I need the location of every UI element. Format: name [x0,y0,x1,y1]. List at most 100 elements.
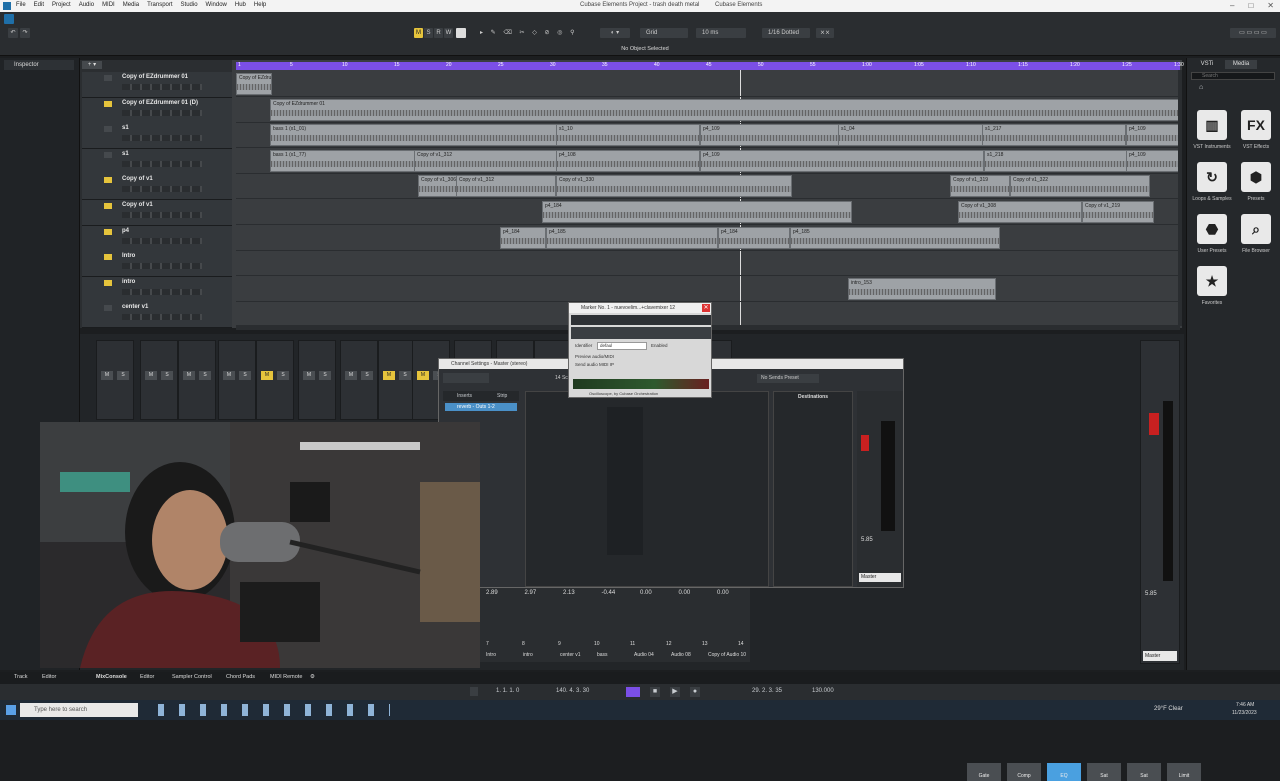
add-track-icon[interactable]: + ▾ [82,61,102,69]
channel-solo-button[interactable]: S [277,371,289,380]
audio-event[interactable]: s1_10 [556,124,700,147]
track-controls[interactable] [122,314,202,321]
tab-midi-remote[interactable]: MIDI Remote [270,674,302,680]
tab-track[interactable]: Track [14,674,28,680]
audio-event[interactable]: bass 1 (x1_01) [270,124,560,147]
audio-event[interactable]: s1_217 [982,124,1126,147]
star-icon[interactable]: ★ [1197,266,1227,296]
track-row[interactable]: s1 [82,123,232,150]
track-mute-button[interactable] [104,203,112,209]
strip-module-1[interactable]: Gate [967,763,1001,781]
channel-mute-button[interactable]: M [183,371,195,380]
close-icon[interactable]: ✕ [1267,1,1274,10]
channel-db-value[interactable]: 0.00 [717,590,729,596]
channel-name[interactable]: center v1 [560,652,581,658]
snap-toggle[interactable]: ◐ ▾ [600,28,630,38]
track-controls[interactable] [122,186,202,193]
tab-inserts[interactable]: Inserts [457,393,472,399]
tool-buttons[interactable]: ▸ ✎ ⌫ ✂ ◇ ⊘ ◎ ⚲ [480,28,580,38]
track-controls[interactable] [122,84,202,90]
left-locator[interactable]: 1. 1. 1. 0 [496,688,519,694]
audio-event[interactable]: s1_04 [838,124,984,147]
track-controls[interactable] [122,109,202,116]
tab-sampler-control[interactable]: Sampler Control [172,674,212,680]
audio-event[interactable]: Copy of v1_306 [418,175,458,198]
audio-event[interactable]: Copy of EZdrum [236,73,272,95]
audio-event[interactable]: Copy of v1_312 [456,175,556,198]
tab-editor[interactable]: Editor [42,674,56,680]
metronome-icon[interactable] [456,28,466,38]
audio-event[interactable]: intro_153 [848,277,996,300]
record-icon[interactable]: ● [690,687,700,697]
track-row[interactable]: s1 [82,148,232,175]
track-controls[interactable] [122,160,202,167]
track-controls[interactable] [122,212,202,218]
right-locator[interactable]: 140. 4. 3. 30 [556,688,589,694]
taskbar-app-icons[interactable] [150,704,390,716]
audio-event[interactable]: p4_109 [700,149,984,172]
track-mute-button[interactable] [104,254,112,261]
channel-mute-button[interactable]: M [303,371,315,380]
audio-event[interactable]: Copy of v1_322 [1010,175,1150,198]
mixer-channel-strip[interactable]: MS [218,340,256,420]
layout-buttons[interactable]: ▭ ▭ ▭ ▭ [1230,28,1276,38]
go-to-start-icon[interactable] [470,687,478,696]
piano-icon[interactable]: ▥ [1197,110,1227,140]
track-mute-button[interactable] [104,151,112,158]
channel-db-value[interactable]: 0.00 [679,590,691,596]
enabled-checkbox[interactable]: Enabled [651,343,668,348]
menu-midi[interactable]: MIDI [102,2,115,8]
read-mode-button[interactable]: R [434,28,443,38]
tab-media[interactable]: Media [1225,60,1257,69]
option-preview-radio[interactable]: Preview audio/MIDI [575,354,614,359]
audio-event[interactable]: p4_184 [542,201,852,223]
mixer-channel-strip[interactable]: MS [298,340,336,420]
inspector-tab[interactable]: Inspector [4,60,74,70]
channel-db-value[interactable]: 0.00 [640,590,652,596]
audio-event[interactable]: Copy of v1_308 [958,201,1082,223]
mute-mode-button[interactable]: M [414,28,423,38]
gear-icon[interactable]: ⚙ [310,674,315,680]
quantize-apply-icon[interactable]: ⨯⨯ [816,28,834,38]
tab-chord-pads[interactable]: Chord Pads [226,674,255,680]
strip-module-2[interactable]: Comp [1007,763,1041,781]
presets-icon[interactable]: ⬢ [1241,162,1271,192]
mixer-channel-strip[interactable]: MS [96,340,134,420]
insert-slot[interactable]: reverb - Outs 1-2 [445,403,517,411]
track-row[interactable]: Copy of EZdrummer 01 (D) [82,97,232,124]
strip-module-4[interactable]: Sat [1087,763,1121,781]
menu-audio[interactable]: Audio [79,2,94,8]
timeline-ruler[interactable]: 1 5 10 15 20 25 30 35 40 45 50 55 1:00 1:05 1:10 1:15 1:… [236,62,1184,70]
audio-event[interactable]: Copy of v1_312 [414,149,558,172]
channel-mute-button[interactable]: M [261,371,273,380]
menu-transport[interactable]: Transport [147,2,172,8]
tab-mixconsole[interactable]: MixConsole [96,674,127,680]
menu-file[interactable]: File [16,2,26,8]
audio-event[interactable]: Copy of EZdrummer 01 [270,98,1180,121]
audio-event[interactable]: p4_184 [500,226,546,249]
channel-name[interactable]: Audio 08 [671,652,691,658]
audio-event[interactable]: p4_109 [1126,124,1180,147]
channel-name[interactable]: Audio 04 [634,652,654,658]
audio-event[interactable]: Copy of v1_319 [950,175,1010,198]
track-mute-button[interactable] [104,305,112,312]
media-search-input[interactable]: Search [1191,72,1275,80]
channel-solo-button[interactable]: S [319,371,331,380]
audio-event[interactable]: Copy of v1_330 [556,175,792,198]
menu-media[interactable]: Media [123,2,139,8]
home-icon[interactable]: ⌂ [1199,84,1203,91]
channel-nav-buttons[interactable] [443,373,489,383]
menu-window[interactable]: Window [206,2,227,8]
master-fader-handle[interactable] [1149,413,1159,435]
track-row[interactable]: Copy of EZdrummer 01 [82,72,232,98]
strip-module-3[interactable]: EQ [1047,763,1081,781]
channel-name[interactable]: bass [597,652,608,658]
channel-name[interactable]: Copy of Audio 10 [708,652,746,658]
track-row[interactable]: p4 [82,225,232,252]
mixer-channel-strip[interactable]: MS [140,340,178,420]
hub-icon[interactable] [4,14,14,24]
channel-solo-button[interactable]: S [161,371,173,380]
option-send-radio[interactable]: Send audio MIDI IP [575,362,614,367]
channel-solo-button[interactable]: S [199,371,211,380]
track-mute-button[interactable] [104,228,112,235]
